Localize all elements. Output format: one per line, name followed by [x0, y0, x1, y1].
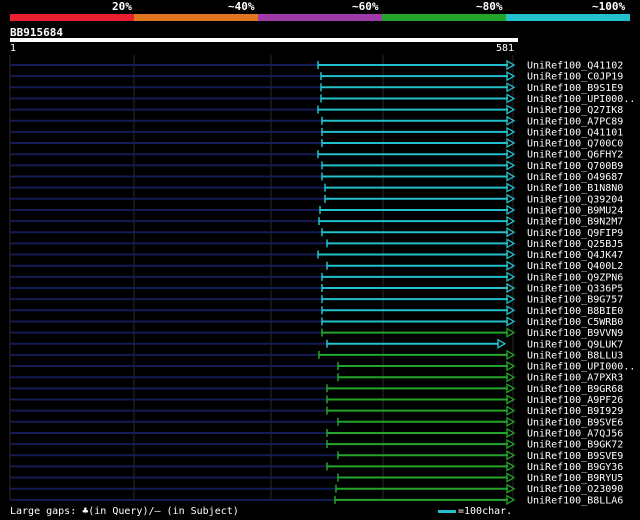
hit-row[interactable]: UniRef100_A7PXR3: [10, 372, 623, 384]
hit-label[interactable]: UniRef100_A9PF26: [527, 395, 623, 406]
hit-row[interactable]: UniRef100_Q9ZPN6: [10, 271, 623, 283]
hit-row[interactable]: UniRef100_B9RYU5: [10, 472, 623, 484]
hit-row[interactable]: UniRef100_B9SVE9: [10, 450, 623, 462]
hit-row[interactable]: UniRef100_B9MU24: [10, 204, 623, 216]
hit-label[interactable]: UniRef100_UPI000..: [527, 362, 635, 373]
hit-row[interactable]: UniRef100_Q41102: [10, 59, 623, 72]
hit-label[interactable]: UniRef100_B9VVN9: [527, 328, 623, 339]
hit-row[interactable]: UniRef100_A7QJ56: [10, 427, 623, 439]
hit-label[interactable]: UniRef100_Q700B9: [527, 161, 623, 172]
hit-row[interactable]: UniRef100_Q39204: [10, 193, 623, 205]
hit-label[interactable]: UniRef100_B9GR68: [527, 384, 623, 395]
hit-row[interactable]: UniRef100_B9G757: [10, 294, 623, 306]
hit-label[interactable]: UniRef100_Q700C0: [527, 139, 623, 150]
hit-label[interactable]: UniRef100_Q400L2: [527, 261, 623, 272]
hit-label[interactable]: UniRef100_B9SVE6: [527, 417, 623, 428]
hit-label[interactable]: UniRef100_B9MU24: [527, 205, 623, 216]
hit-row[interactable]: UniRef100_B9I929: [10, 405, 623, 417]
hit-row[interactable]: UniRef100_B9GY36: [10, 461, 623, 473]
hit-label[interactable]: UniRef100_UPI000..: [527, 94, 635, 105]
hit-arrow-icon: [497, 338, 507, 349]
hit-row[interactable]: UniRef100_Q700B9: [10, 160, 623, 172]
hit-row[interactable]: UniRef100_Q4JK47: [10, 249, 623, 261]
alignment-plot: UniRef100_Q41102UniRef100_C0JP19UniRef10…: [9, 55, 635, 506]
hit-label[interactable]: UniRef100_B9I929: [527, 406, 623, 417]
hit-label[interactable]: UniRef100_C0JP19: [527, 72, 623, 83]
hit-label[interactable]: UniRef100_Q27IK8: [527, 105, 623, 116]
hit-row[interactable]: UniRef100_B8LLA6: [10, 494, 623, 506]
hit-row[interactable]: UniRef100_B9N2M7: [10, 215, 623, 228]
hit-label[interactable]: UniRef100_B8LLA6: [527, 495, 623, 506]
hit-row[interactable]: UniRef100_C5WRB0: [10, 316, 623, 328]
hit-row[interactable]: UniRef100_B8LLU3: [10, 349, 623, 361]
hit-row[interactable]: UniRef100_Q6FHY2: [10, 149, 623, 161]
hit-label[interactable]: UniRef100_Q9ZPN6: [527, 272, 623, 283]
hit-label[interactable]: UniRef100_Q9LUK7: [527, 339, 623, 350]
scale-legend: =100char.: [438, 506, 512, 517]
hit-row[interactable]: UniRef100_Q400L2: [10, 260, 623, 272]
hit-label[interactable]: UniRef100_A7PXR3: [527, 373, 623, 384]
hit-row[interactable]: UniRef100_Q9LUK7: [10, 338, 623, 350]
hit-row[interactable]: UniRef100_A7PC89: [10, 115, 623, 127]
hit-label[interactable]: UniRef100_B9GY36: [527, 462, 623, 473]
hit-label[interactable]: UniRef100_B1N8N0: [527, 183, 623, 194]
hit-row[interactable]: UniRef100_Q700C0: [10, 137, 623, 150]
hit-label[interactable]: UniRef100_Q41101: [527, 127, 623, 138]
hit-row[interactable]: UniRef100_Q9FIP9: [10, 227, 623, 239]
hit-row[interactable]: UniRef100_Q336P5: [10, 282, 623, 295]
hit-label[interactable]: UniRef100_B8LLU3: [527, 350, 623, 361]
hit-row[interactable]: UniRef100_C0JP19: [10, 71, 623, 83]
hit-row[interactable]: UniRef100_O23090: [10, 483, 623, 495]
hit-label[interactable]: UniRef100_Q336P5: [527, 284, 623, 295]
hit-label[interactable]: UniRef100_A7PC89: [527, 116, 623, 127]
hit-row[interactable]: UniRef100_O49687: [10, 171, 623, 183]
hit-label[interactable]: UniRef100_Q41102: [527, 61, 623, 72]
scale-label: =100char.: [458, 506, 513, 517]
hit-row[interactable]: UniRef100_B1N8N0: [10, 182, 623, 194]
hit-label[interactable]: UniRef100_A7QJ56: [527, 428, 623, 439]
hit-label[interactable]: UniRef100_B9GK72: [527, 440, 623, 451]
large-gaps-note: Large gaps: ♣(in Query)/– (in Subject): [10, 506, 239, 517]
hit-row[interactable]: UniRef100_Q25BJ5: [10, 238, 623, 250]
hit-row[interactable]: UniRef100_B9GK72: [10, 438, 623, 451]
hit-label[interactable]: UniRef100_Q39204: [527, 194, 623, 205]
hit-label[interactable]: UniRef100_B9N2M7: [527, 217, 623, 228]
hit-label[interactable]: UniRef100_O49687: [527, 172, 623, 183]
hit-label[interactable]: UniRef100_O23090: [527, 484, 623, 495]
hit-row[interactable]: UniRef100_B9S1E9: [10, 82, 623, 94]
hit-row[interactable]: UniRef100_B9GR68: [10, 383, 623, 395]
hit-row[interactable]: UniRef100_B8BIE0: [10, 305, 623, 317]
hit-row[interactable]: UniRef100_Q41101: [10, 126, 623, 138]
hit-row[interactable]: UniRef100_B9VVN9: [10, 327, 623, 339]
hit-label[interactable]: UniRef100_B9SVE9: [527, 451, 623, 462]
hit-label[interactable]: UniRef100_B9RYU5: [527, 473, 623, 484]
hit-label[interactable]: UniRef100_Q4JK47: [527, 250, 623, 261]
scale-swatch: [438, 509, 456, 513]
hit-label[interactable]: UniRef100_Q9FIP9: [527, 228, 623, 239]
hit-row[interactable]: UniRef100_UPI000..: [10, 93, 635, 105]
hit-label[interactable]: UniRef100_C5WRB0: [527, 317, 623, 328]
hit-label[interactable]: UniRef100_Q25BJ5: [527, 239, 623, 250]
hit-row[interactable]: UniRef100_B9SVE6: [10, 416, 623, 428]
hit-row[interactable]: UniRef100_UPI000..: [10, 360, 635, 373]
hit-row[interactable]: UniRef100_A9PF26: [10, 394, 623, 406]
hit-row[interactable]: UniRef100_Q27IK8: [10, 104, 623, 116]
hit-label[interactable]: UniRef100_B9G757: [527, 295, 623, 306]
hit-label[interactable]: UniRef100_Q6FHY2: [527, 150, 623, 161]
hit-label[interactable]: UniRef100_B9S1E9: [527, 83, 623, 94]
hit-rows: UniRef100_Q41102UniRef100_C0JP19UniRef10…: [10, 59, 635, 506]
hit-label[interactable]: UniRef100_B8BIE0: [527, 306, 623, 317]
